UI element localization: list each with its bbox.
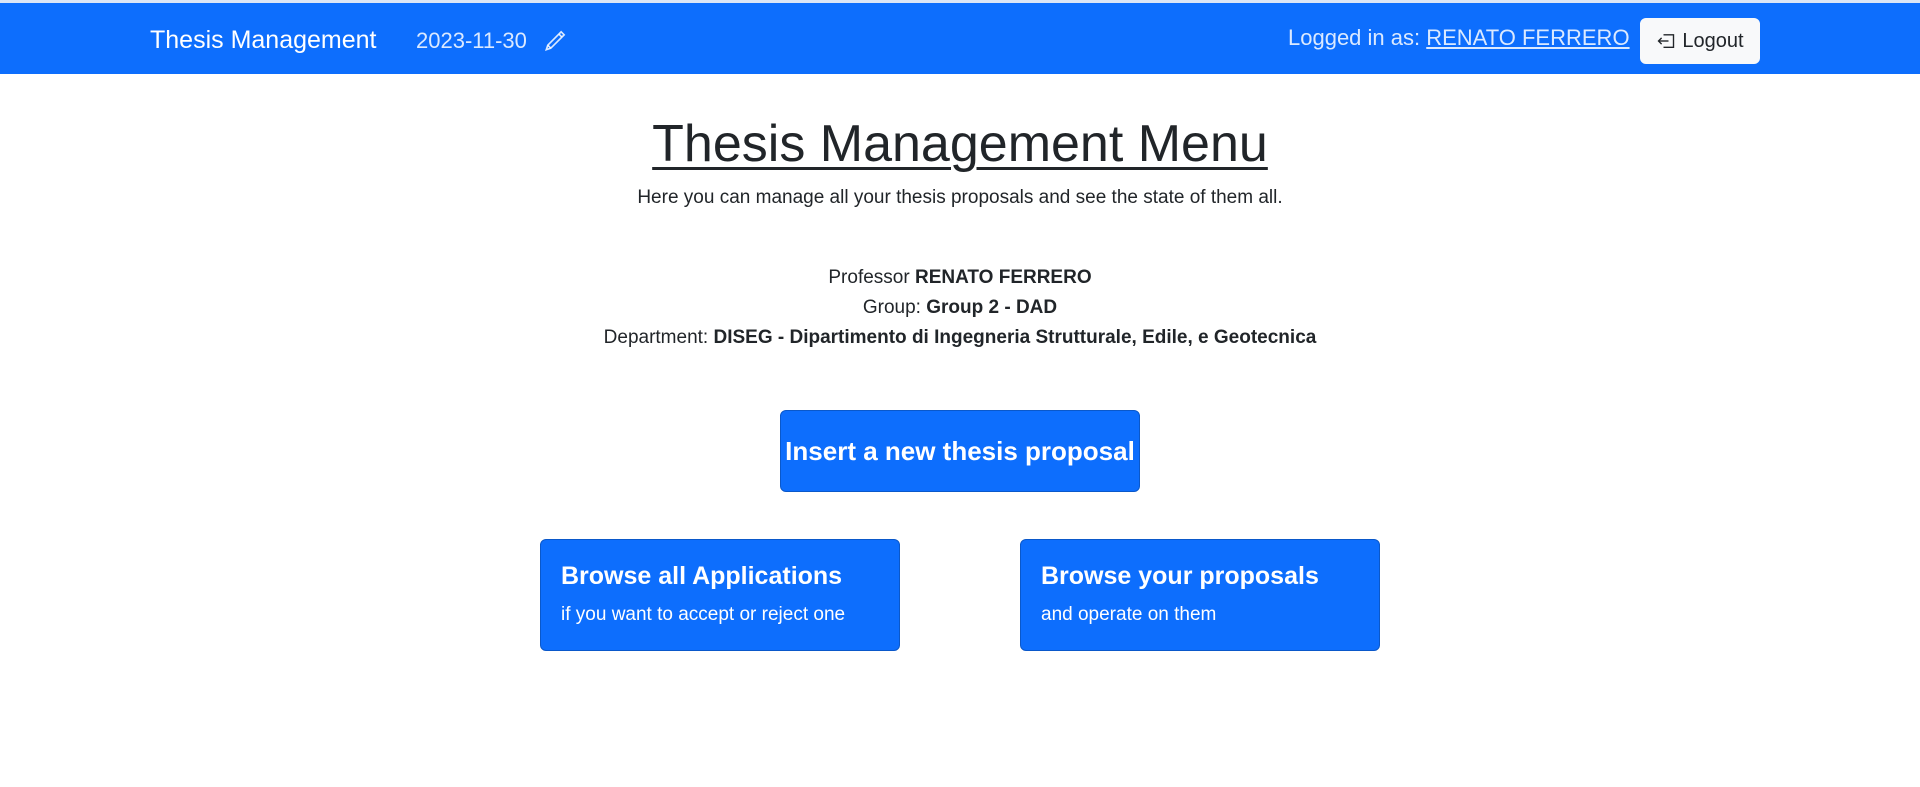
professor-label: Professor — [828, 267, 915, 288]
page-subtitle: Here you can manage all your thesis prop… — [637, 187, 1283, 208]
logged-in-prefix: Logged in as: — [1288, 25, 1427, 50]
logout-button[interactable]: Logout — [1640, 18, 1760, 64]
insert-proposal-label: Insert a new thesis proposal — [785, 435, 1135, 466]
top-navbar: Thesis Management 2023-11-30 Logged in a… — [0, 0, 1920, 74]
current-date: 2023-11-30 — [416, 28, 527, 53]
department-info: Department: DISEG - Dipartimento di Inge… — [0, 325, 1920, 351]
department-label: Department: — [603, 327, 714, 348]
browse-applications-title: Browse all Applications — [561, 562, 843, 590]
professor-info: Professor RENATO FERRERO — [0, 265, 1920, 291]
group-info: Group: Group 2 - DAD — [0, 295, 1920, 321]
navbar-brand[interactable]: Thesis Management — [150, 25, 377, 55]
box-arrow-left-icon — [1656, 31, 1676, 51]
group-value: Group 2 - DAD — [926, 297, 1058, 318]
insert-proposal-button[interactable]: Insert a new thesis proposal — [780, 410, 1140, 492]
browse-proposals-title: Browse your proposals — [1041, 562, 1319, 590]
logged-in-info: Logged in as: RENATO FERRERO — [1288, 23, 1630, 53]
browse-proposals-button[interactable]: Browse your proposals and operate on the… — [1020, 539, 1380, 651]
browse-applications-button[interactable]: Browse all Applications if you want to a… — [540, 539, 900, 651]
group-label: Group: — [862, 297, 927, 318]
browse-applications-subtitle: if you want to accept or reject one — [561, 604, 846, 625]
logged-in-user-link[interactable]: RENATO FERRERO — [1426, 25, 1629, 50]
pencil-icon[interactable] — [543, 29, 567, 53]
browse-proposals-subtitle: and operate on them — [1041, 604, 1217, 625]
date-area: 2023-11-30 — [416, 26, 567, 56]
professor-name: RENATO FERRERO — [914, 267, 1092, 288]
logout-label: Logout — [1682, 29, 1744, 52]
page-title: Thesis Management Menu — [652, 115, 1268, 173]
department-value: DISEG - Dipartimento di Ingegneria Strut… — [713, 327, 1317, 348]
